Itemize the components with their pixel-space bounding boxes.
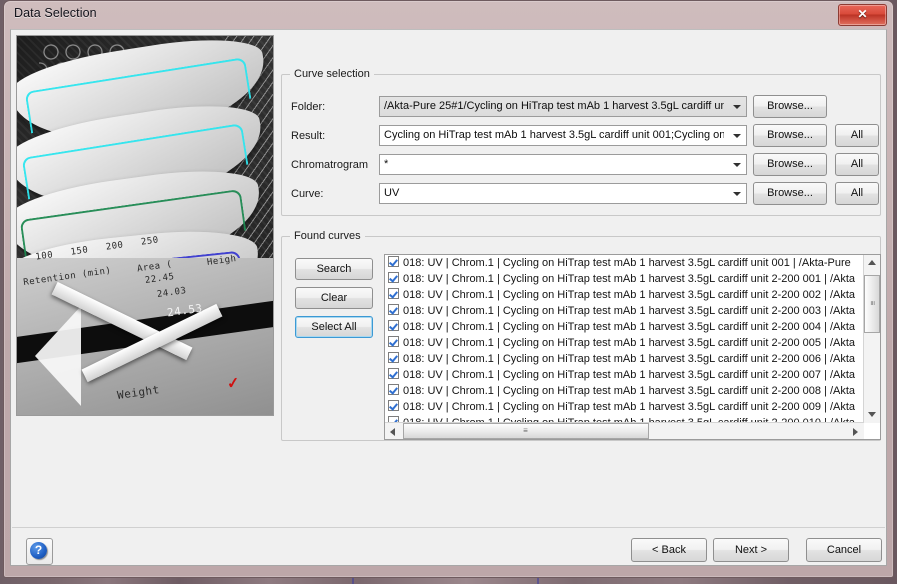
found-curve-checkbox[interactable]: [388, 320, 399, 331]
curve-all-button[interactable]: All: [835, 182, 879, 205]
found-curves-legend: Found curves: [290, 230, 365, 242]
chromatogram-browse-button[interactable]: Browse...: [753, 153, 827, 176]
close-icon: ✕: [857, 7, 868, 21]
caret-down-icon: [868, 412, 876, 417]
found-curve-label: 018: UV | Chrom.1 | Cycling on HiTrap te…: [403, 385, 856, 397]
found-curves-list[interactable]: 018: UV | Chrom.1 | Cycling on HiTrap te…: [384, 254, 881, 440]
footer-divider: [12, 527, 885, 528]
search-button[interactable]: Search: [295, 258, 373, 280]
curve-combo[interactable]: UV: [379, 183, 747, 204]
horizontal-scroll-thumb[interactable]: ≡: [403, 423, 649, 439]
illustration-red-check-icon: ✓: [226, 374, 241, 393]
found-curve-row[interactable]: 018: UV | Chrom.1 | Cycling on HiTrap te…: [385, 319, 865, 335]
found-curve-label: 018: UV | Chrom.1 | Cycling on HiTrap te…: [403, 337, 856, 349]
found-curve-row[interactable]: 018: UV | Chrom.1 | Cycling on HiTrap te…: [385, 335, 865, 351]
found-curve-row[interactable]: 018: UV | Chrom.1 | Cycling on HiTrap te…: [385, 351, 865, 367]
found-curve-row[interactable]: 018: UV | Chrom.1 | Cycling on HiTrap te…: [385, 399, 865, 415]
found-curve-row[interactable]: 018: UV | Chrom.1 | Cycling on HiTrap te…: [385, 303, 865, 319]
folder-label: Folder:: [291, 101, 326, 113]
found-curve-row[interactable]: 018: UV | Chrom.1 | Cycling on HiTrap te…: [385, 271, 865, 287]
found-curve-label: 018: UV | Chrom.1 | Cycling on HiTrap te…: [403, 321, 856, 333]
cancel-button[interactable]: Cancel: [806, 538, 882, 562]
scroll-down-button[interactable]: [864, 407, 880, 423]
scroll-right-button[interactable]: [848, 423, 864, 439]
found-curve-checkbox[interactable]: [388, 256, 399, 267]
curve-label: Curve:: [291, 188, 324, 200]
result-label: Result:: [291, 130, 326, 142]
illustration-report-value: 22.45: [144, 271, 176, 287]
found-curve-checkbox[interactable]: [388, 400, 399, 411]
found-curve-label: 018: UV | Chrom.1 | Cycling on HiTrap te…: [403, 257, 851, 269]
result-combo[interactable]: Cycling on HiTrap test mAb 1 harvest 3.5…: [379, 125, 747, 146]
chromatogram-combo-value: *: [384, 158, 389, 170]
help-button[interactable]: ?: [26, 538, 53, 565]
illustration-image: 100 150 200 250 Retention (min) Area ( H…: [16, 35, 274, 416]
caret-up-icon: [868, 260, 876, 265]
chevron-down-icon[interactable]: [727, 97, 746, 116]
illustration-report-value: 24.03: [156, 285, 188, 301]
dialog-client-area: 100 150 200 250 Retention (min) Area ( H…: [10, 29, 887, 566]
found-curve-row[interactable]: 018: UV | Chrom.1 | Cycling on HiTrap te…: [385, 255, 865, 271]
horizontal-scrollbar[interactable]: ≡: [385, 422, 864, 439]
found-curve-label: 018: UV | Chrom.1 | Cycling on HiTrap te…: [403, 401, 856, 413]
chevron-down-icon[interactable]: [727, 126, 746, 145]
result-all-button[interactable]: All: [835, 124, 879, 147]
scroll-grip-icon: ≡: [868, 300, 877, 308]
back-button[interactable]: < Back: [631, 538, 707, 562]
found-curve-checkbox[interactable]: [388, 272, 399, 283]
vertical-scroll-thumb[interactable]: ≡: [864, 275, 880, 333]
found-curve-label: 018: UV | Chrom.1 | Cycling on HiTrap te…: [403, 305, 856, 317]
folder-browse-button[interactable]: Browse...: [753, 95, 827, 118]
caret-right-icon: [853, 428, 858, 436]
found-curve-checkbox[interactable]: [388, 336, 399, 347]
found-curve-label: 018: UV | Chrom.1 | Cycling on HiTrap te…: [403, 369, 856, 381]
chevron-down-icon[interactable]: [727, 184, 746, 203]
illustration-weight-label: Weight: [116, 383, 161, 402]
curve-browse-button[interactable]: Browse...: [753, 182, 827, 205]
scroll-grip-icon: ≡: [523, 426, 529, 435]
result-browse-button[interactable]: Browse...: [753, 124, 827, 147]
scroll-left-button[interactable]: [385, 423, 401, 439]
chromatogram-all-button[interactable]: All: [835, 153, 879, 176]
window-title: Data Selection: [14, 6, 97, 20]
found-curves-rows: 018: UV | Chrom.1 | Cycling on HiTrap te…: [385, 255, 865, 431]
data-selection-window: Data Selection ✕ 100 150 200 250 Retenti…: [3, 0, 894, 578]
found-curve-row[interactable]: 018: UV | Chrom.1 | Cycling on HiTrap te…: [385, 383, 865, 399]
found-curve-row[interactable]: 018: UV | Chrom.1 | Cycling on HiTrap te…: [385, 287, 865, 303]
chromatogram-label: Chromatrogram: [291, 159, 369, 171]
found-curve-label: 018: UV | Chrom.1 | Cycling on HiTrap te…: [403, 289, 856, 301]
found-curve-row[interactable]: 018: UV | Chrom.1 | Cycling on HiTrap te…: [385, 367, 865, 383]
next-button[interactable]: Next >: [713, 538, 789, 562]
illustration-arrow-left: [35, 306, 81, 406]
found-curve-checkbox[interactable]: [388, 352, 399, 363]
vertical-scrollbar[interactable]: ≡: [863, 255, 880, 423]
found-curve-label: 018: UV | Chrom.1 | Cycling on HiTrap te…: [403, 273, 856, 285]
clear-button[interactable]: Clear: [295, 287, 373, 309]
illustration-report-header: Retention (min): [22, 265, 113, 289]
curve-combo-value: UV: [384, 187, 400, 199]
found-curve-checkbox[interactable]: [388, 304, 399, 315]
found-curve-label: 018: UV | Chrom.1 | Cycling on HiTrap te…: [403, 353, 856, 365]
chromatogram-combo[interactable]: *: [379, 154, 747, 175]
help-icon: ?: [30, 542, 47, 559]
found-curve-checkbox[interactable]: [388, 288, 399, 299]
chevron-down-icon[interactable]: [727, 155, 746, 174]
caret-left-icon: [390, 428, 395, 436]
curve-selection-legend: Curve selection: [290, 68, 374, 80]
found-curve-checkbox[interactable]: [388, 368, 399, 379]
found-curve-checkbox[interactable]: [388, 384, 399, 395]
result-combo-value: Cycling on HiTrap test mAb 1 harvest 3.5…: [384, 129, 724, 141]
close-button[interactable]: ✕: [838, 4, 887, 26]
title-bar[interactable]: Data Selection ✕: [4, 1, 893, 29]
scroll-up-button[interactable]: [864, 255, 880, 271]
folder-combo[interactable]: /Akta-Pure 25#1/Cycling on HiTrap test m…: [379, 96, 747, 117]
folder-combo-value: /Akta-Pure 25#1/Cycling on HiTrap test m…: [384, 100, 724, 112]
select-all-button[interactable]: Select All: [295, 316, 373, 338]
